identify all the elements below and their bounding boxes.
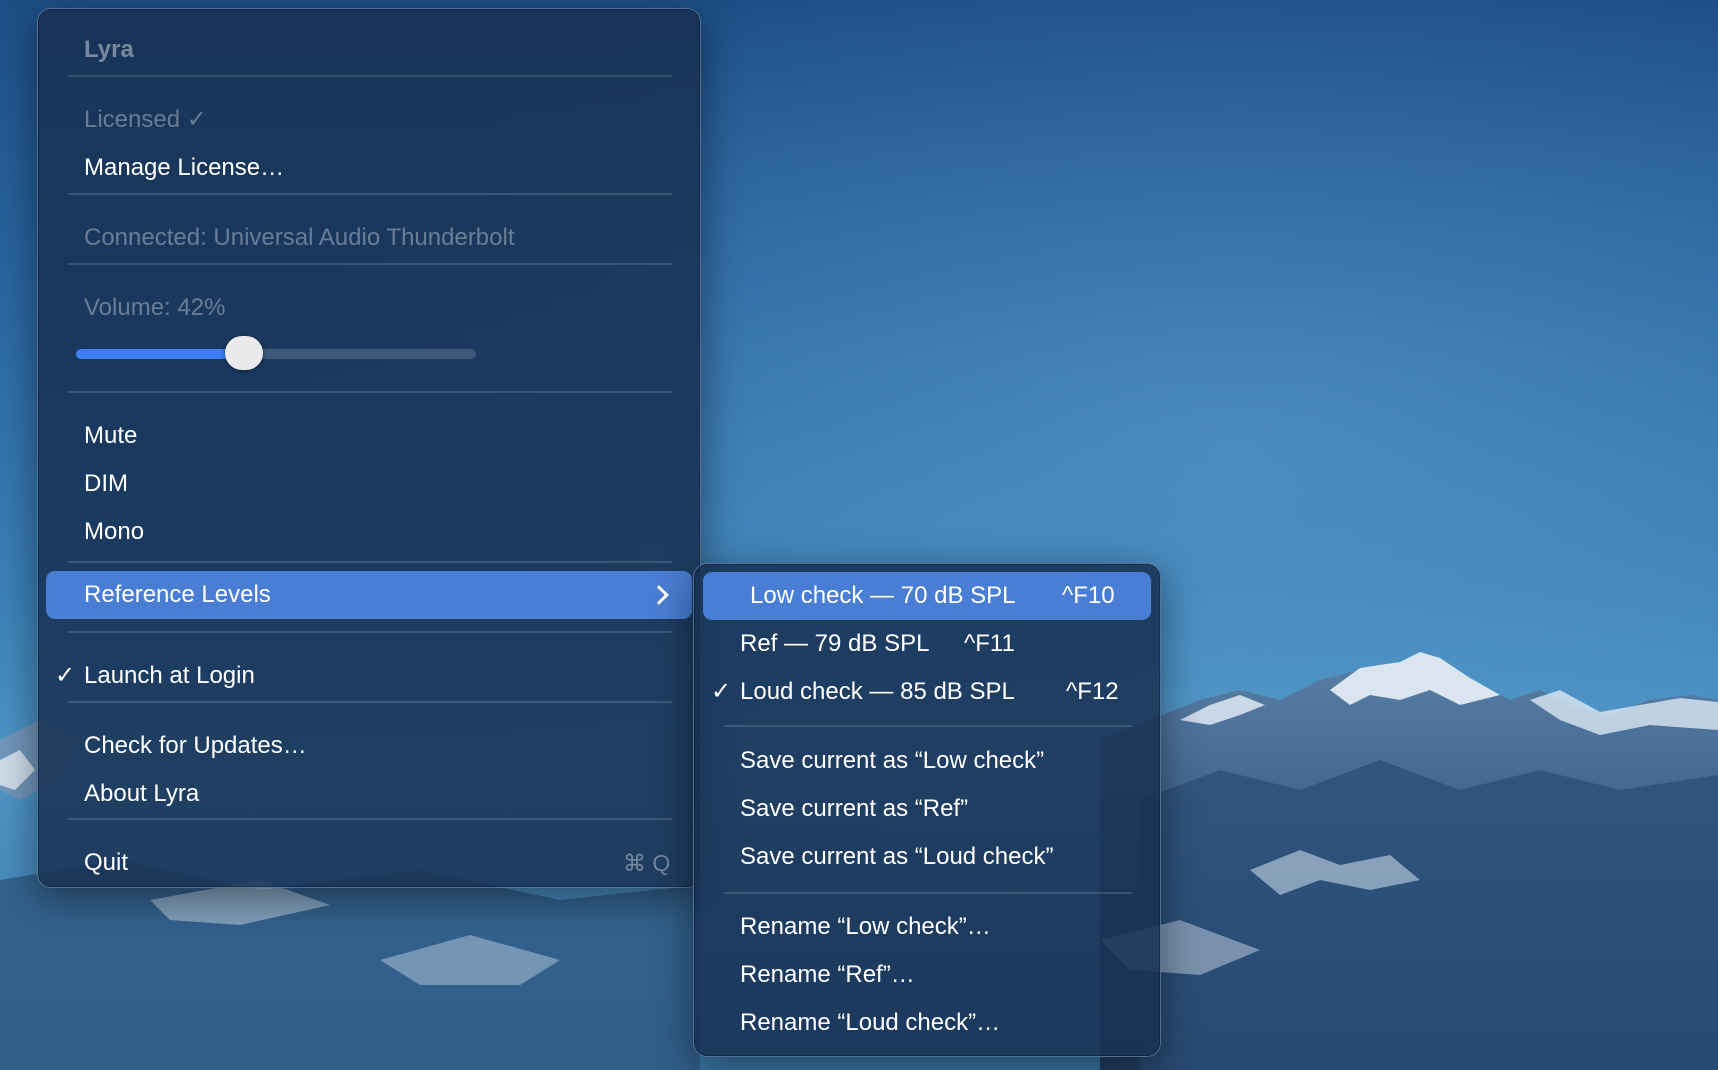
- save-loud-label: Save current as “Loud check”: [740, 843, 1054, 870]
- rename-ref-label: Rename “Ref”…: [740, 961, 915, 988]
- launch-at-login-label: Launch at Login: [84, 662, 255, 689]
- menu-separator: [68, 701, 672, 703]
- submenu-item-rename-ref[interactable]: Rename “Ref”…: [694, 951, 1162, 999]
- menu-separator: [68, 263, 672, 265]
- menu-separator: [68, 631, 672, 633]
- dim-label: DIM: [84, 470, 128, 497]
- save-low-label: Save current as “Low check”: [740, 747, 1045, 774]
- volume-slider-knob[interactable]: [225, 336, 263, 370]
- mute-label: Mute: [84, 422, 138, 449]
- rename-low-label: Rename “Low check”…: [740, 913, 991, 940]
- menu-separator: [68, 193, 672, 195]
- menu-item-dim[interactable]: DIM: [38, 460, 702, 508]
- menu-item-launch-at-login[interactable]: ✓ Launch at Login: [38, 652, 702, 700]
- menu-item-mute[interactable]: Mute: [38, 412, 702, 460]
- reference-levels-submenu: Low check — 70 dB SPL ^F10 Ref — 79 dB S…: [693, 563, 1161, 1057]
- status-menu: Lyra Licensed ✓ Manage License… Connecte…: [37, 8, 701, 888]
- manage-license-label: Manage License…: [84, 154, 285, 181]
- about-label: About Lyra: [84, 780, 200, 807]
- submenu-item-rename-low[interactable]: Rename “Low check”…: [694, 903, 1162, 951]
- submenu-item-rename-loud[interactable]: Rename “Loud check”…: [694, 999, 1162, 1047]
- level-label: Low check — 70 dB SPL: [750, 582, 1016, 609]
- menu-separator: [724, 725, 1132, 727]
- level-label: Loud check — 85 dB SPL: [740, 678, 1015, 705]
- submenu-item-ref[interactable]: Ref — 79 dB SPL ^F11: [694, 620, 1162, 668]
- menu-item-quit[interactable]: Quit ⌘ Q: [38, 839, 702, 887]
- menu-separator: [68, 391, 672, 393]
- submenu-item-save-loud[interactable]: Save current as “Loud check”: [694, 833, 1162, 881]
- submenu-item-save-low[interactable]: Save current as “Low check”: [694, 737, 1162, 785]
- reference-levels-label: Reference Levels: [84, 581, 271, 608]
- menu-separator: [68, 561, 672, 563]
- level-shortcut: ^F12: [1066, 678, 1119, 705]
- menu-item-volume-label: Volume: 42%: [38, 284, 702, 332]
- menu-app-header: Lyra: [38, 26, 702, 74]
- volume-slider-fill: [76, 349, 244, 359]
- menu-item-reference-levels[interactable]: Reference Levels: [46, 571, 692, 619]
- license-status-label: Licensed ✓: [84, 106, 207, 133]
- submenu-item-low-check[interactable]: Low check — 70 dB SPL ^F10: [703, 572, 1151, 620]
- menu-separator: [68, 818, 672, 820]
- menu-separator: [68, 75, 672, 77]
- menu-item-about[interactable]: About Lyra: [38, 770, 702, 818]
- app-header-label: Lyra: [84, 36, 134, 63]
- volume-label: Volume: 42%: [84, 294, 226, 321]
- checkmark-icon: ✓: [711, 678, 732, 705]
- level-shortcut: ^F10: [1062, 582, 1115, 609]
- menu-item-connection-status: Connected: Universal Audio Thunderbolt: [38, 214, 702, 262]
- rename-loud-label: Rename “Loud check”…: [740, 1009, 1001, 1036]
- menu-separator: [724, 892, 1132, 894]
- menu-item-manage-license[interactable]: Manage License…: [38, 144, 702, 192]
- menu-item-license-status: Licensed ✓: [38, 96, 702, 144]
- menu-item-check-for-updates[interactable]: Check for Updates…: [38, 722, 702, 770]
- chevron-right-icon: [649, 585, 669, 605]
- volume-slider[interactable]: [76, 336, 476, 370]
- submenu-item-loud-check[interactable]: ✓ Loud check — 85 dB SPL ^F12: [694, 668, 1162, 716]
- save-ref-label: Save current as “Ref”: [740, 795, 969, 822]
- mono-label: Mono: [84, 518, 145, 545]
- quit-label: Quit: [84, 849, 129, 876]
- checkmark-icon: ✓: [55, 662, 76, 689]
- check-for-updates-label: Check for Updates…: [84, 732, 307, 759]
- menu-item-mono[interactable]: Mono: [38, 508, 702, 556]
- level-shortcut: ^F11: [964, 630, 1015, 657]
- submenu-item-save-ref[interactable]: Save current as “Ref”: [694, 785, 1162, 833]
- level-label: Ref — 79 dB SPL: [740, 630, 930, 657]
- connection-status-label: Connected: Universal Audio Thunderbolt: [84, 224, 515, 251]
- quit-shortcut: ⌘ Q: [623, 850, 671, 876]
